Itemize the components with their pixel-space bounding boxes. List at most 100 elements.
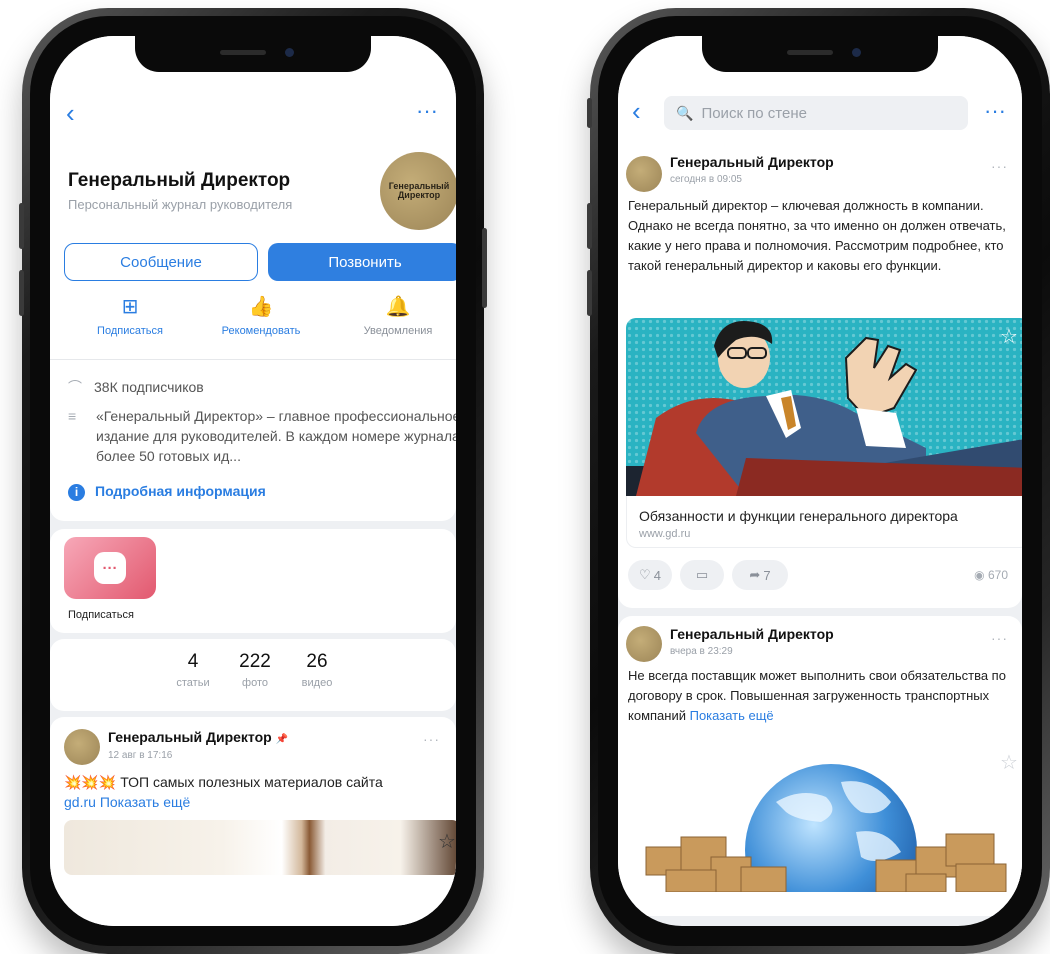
- post-menu-icon[interactable]: ···: [423, 731, 440, 747]
- show-more-link[interactable]: Показать ещё: [100, 794, 191, 810]
- star-icon[interactable]: ☆: [438, 829, 456, 854]
- fire-emoji: 💥💥💥: [64, 774, 117, 790]
- eye-icon: ◉: [974, 568, 985, 582]
- stat-number: 26: [306, 651, 328, 672]
- screen-right: ‹ 🔍 Поиск по стене ··· Генеральный Дирек…: [618, 36, 1022, 926]
- show-more-link[interactable]: Показать ещё: [690, 708, 774, 723]
- wall-post-1: Генеральный Директор сегодня в 09:05 ···…: [618, 148, 1022, 608]
- subscribers-row[interactable]: ⌒ 38К подписчиков: [68, 377, 204, 397]
- wall-search-input[interactable]: 🔍 Поиск по стене: [664, 96, 968, 130]
- post-illustration[interactable]: [626, 742, 1022, 892]
- post-date: 12 авг в 17:16: [108, 750, 173, 761]
- comment-button[interactable]: ▭: [680, 560, 724, 590]
- post-avatar[interactable]: [626, 626, 662, 662]
- like-button[interactable]: ♡ 4: [628, 560, 672, 590]
- subscribers-count: 38К подписчиков: [94, 379, 204, 395]
- notifications-action-label: Уведомления: [363, 325, 433, 337]
- post-author[interactable]: Генеральный Директор: [670, 154, 834, 170]
- link-title: Обязанности и функции генерального дирек…: [639, 508, 958, 524]
- stats-card: 4 статьи 222 фото 26 видео: [50, 639, 456, 711]
- link-preview[interactable]: Обязанности и функции генерального дирек…: [626, 496, 1022, 548]
- screen-left: ‹ ··· Генеральный Директор Персональный …: [50, 36, 456, 926]
- businessman-illustration: [626, 321, 1022, 496]
- stat-label: статьи: [176, 677, 210, 689]
- chevron-left-icon[interactable]: ‹: [632, 98, 641, 124]
- pin-icon: 📌: [275, 734, 289, 745]
- comment-icon: ▭: [695, 567, 709, 582]
- share-icon: ➦: [749, 567, 761, 582]
- post-author[interactable]: Генеральный Директор 📌: [108, 729, 288, 745]
- post-body: Не всегда поставщик может выполнить свои…: [628, 668, 1006, 723]
- notch: [702, 36, 938, 72]
- wall-post-2: Генеральный Директор вчера в 23:29 ··· Н…: [618, 616, 1022, 916]
- avatar[interactable]: Генеральный Директор: [380, 152, 456, 230]
- search-placeholder: Поиск по стене: [701, 104, 807, 122]
- more-info-link[interactable]: i Подробная информация: [68, 483, 266, 501]
- share-count: 7: [763, 567, 771, 583]
- phone-bezel: ‹ ··· Генеральный Директор Персональный …: [30, 16, 476, 946]
- community-description: «Генеральный Директор» – главное професс…: [96, 408, 456, 464]
- bell-icon: 🔔: [385, 296, 411, 318]
- subscribe-action[interactable]: ⊞ Подписаться: [80, 294, 180, 337]
- post-illustration[interactable]: [626, 318, 1022, 496]
- post-body: ТОП самых полезных материалов сайта: [120, 774, 383, 790]
- more-info-label: Подробная информация: [95, 483, 266, 499]
- phone-bezel: ‹ 🔍 Поиск по стене ··· Генеральный Дирек…: [598, 16, 1042, 946]
- plus-square-icon: ⊞: [121, 296, 139, 318]
- notifications-action[interactable]: 🔔 Уведомления: [342, 294, 454, 337]
- star-icon[interactable]: ☆: [1000, 750, 1018, 775]
- community-name: Генеральный Директор: [68, 170, 291, 191]
- mute-switch: [587, 98, 592, 128]
- list-icon-wrap: ≡: [68, 408, 94, 424]
- ellipsis-icon[interactable]: ···: [984, 100, 1006, 122]
- stat-articles[interactable]: 4 статьи: [168, 651, 218, 689]
- volume-up-button: [587, 203, 592, 249]
- subscribe-widget-card: ··· Подписаться: [50, 529, 456, 633]
- chevron-left-icon[interactable]: ‹: [66, 100, 75, 126]
- stat-videos[interactable]: 26 видео: [291, 651, 343, 689]
- call-button[interactable]: Позвонить: [268, 243, 456, 281]
- post-text: Генеральный директор – ключевая должност…: [628, 198, 1006, 273]
- volume-down-button: [587, 270, 592, 316]
- community-subtitle: Персональный журнал руководителя: [68, 197, 293, 212]
- post-image[interactable]: [64, 820, 456, 875]
- phone-frame-left: ‹ ··· Генеральный Директор Персональный …: [19, 8, 487, 954]
- ellipsis-icon[interactable]: ···: [416, 100, 438, 122]
- post-date: вчера в 23:29: [670, 646, 733, 657]
- volume-down-button: [19, 270, 24, 316]
- post-avatar[interactable]: [626, 156, 662, 192]
- subscribe-widget-icon[interactable]: ···: [64, 537, 156, 599]
- heart-icon: ♡: [639, 567, 651, 582]
- post-date: сегодня в 09:05: [670, 174, 742, 185]
- subscribe-widget-label: Подписаться: [68, 609, 134, 621]
- power-button: [482, 228, 487, 308]
- message-button[interactable]: Сообщение: [64, 243, 258, 281]
- share-button[interactable]: ➦ 7: [732, 560, 788, 590]
- post-author-name: Генеральный Директор: [108, 729, 272, 745]
- globe-boxes-illustration: [645, 764, 1007, 892]
- views-count: 670: [987, 568, 1008, 582]
- post-avatar[interactable]: [64, 729, 100, 765]
- post-menu-icon[interactable]: ···: [991, 158, 1008, 174]
- volume-up-button: [19, 203, 24, 249]
- rss-icon: ⌒: [68, 379, 82, 395]
- star-icon[interactable]: ☆: [1000, 324, 1018, 349]
- post-text: Не всегда поставщик может выполнить свои…: [628, 666, 1022, 726]
- recommend-action[interactable]: 👍 Рекомендовать: [205, 294, 317, 337]
- post-text: 💥💥💥 ТОП самых полезных материалов сайта …: [64, 772, 456, 812]
- chat-bubble-icon: ···: [94, 552, 126, 584]
- recommend-action-label: Рекомендовать: [221, 325, 301, 337]
- info-icon: i: [68, 484, 85, 501]
- stat-photos[interactable]: 222 фото: [227, 651, 283, 689]
- thumbs-up-icon: 👍: [248, 296, 274, 318]
- post-menu-icon[interactable]: ···: [991, 630, 1008, 646]
- post-author[interactable]: Генеральный Директор: [670, 626, 834, 642]
- avatar-text: Генеральный Директор: [388, 181, 450, 200]
- list-icon: ≡: [68, 408, 77, 424]
- pinned-post: Генеральный Директор 📌 12 авг в 17:16 ··…: [50, 717, 456, 926]
- subscribe-action-label: Подписаться: [97, 325, 163, 337]
- phone-frame-right: ‹ 🔍 Поиск по стене ··· Генеральный Дирек…: [587, 8, 1050, 954]
- divider: [50, 359, 456, 360]
- stat-label: видео: [301, 677, 333, 689]
- post-link[interactable]: gd.ru: [64, 794, 96, 810]
